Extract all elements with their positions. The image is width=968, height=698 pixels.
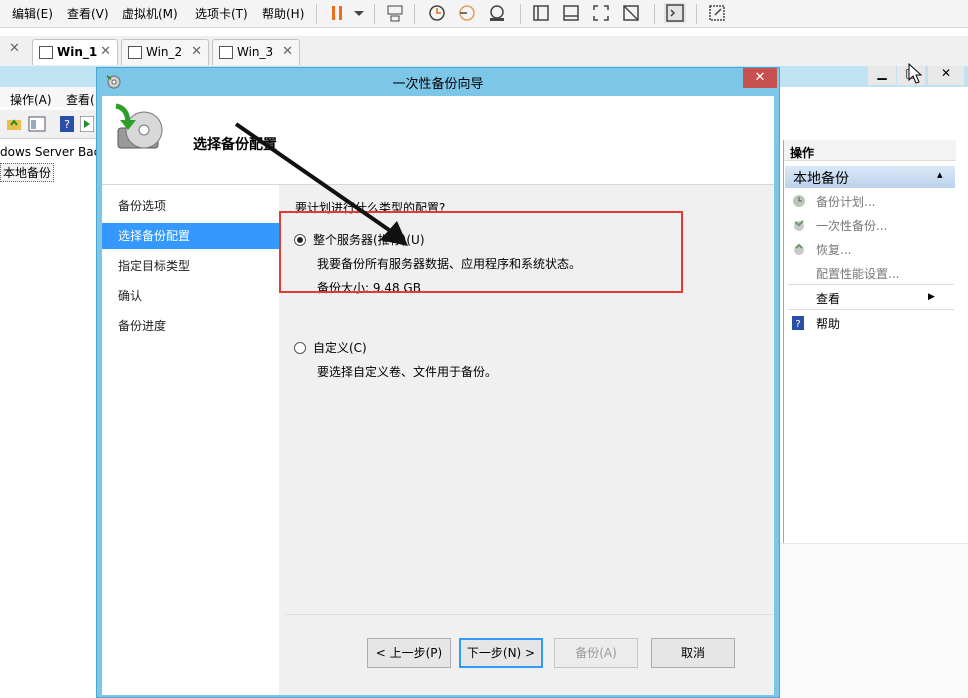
wizard-title: 一次性备份向导 bbox=[392, 77, 484, 92]
actions-group-label: 本地备份 bbox=[793, 171, 849, 187]
footer-divider bbox=[285, 614, 774, 615]
submenu-arrow-icon: ▶ bbox=[928, 292, 935, 302]
tree-item-local-backup[interactable]: 本地备份 bbox=[0, 163, 55, 182]
actions-list: 备份计划... 一次性备份... 恢复... 配置性能设置... 查看 ▶ ? … bbox=[784, 192, 956, 388]
vm-icon bbox=[39, 46, 53, 59]
vmware-menubar: 编辑(E) 查看(V) 虚拟机(M) 选项卡(T) 帮助(H) bbox=[0, 0, 968, 28]
close-icon[interactable]: ✕ bbox=[191, 44, 202, 59]
toolbar-separator bbox=[374, 4, 375, 24]
guest-menubar: 操作(A) 查看( bbox=[0, 87, 96, 107]
send-keys-icon[interactable] bbox=[384, 3, 406, 23]
actions-header-label: 操作 bbox=[790, 146, 815, 160]
folder-up-icon[interactable] bbox=[6, 116, 22, 132]
nav-step-target-type[interactable]: 指定目标类型 bbox=[102, 253, 279, 279]
nav-step-backup-options[interactable]: 备份选项 bbox=[102, 193, 279, 219]
close-icon[interactable]: ✕ bbox=[100, 44, 111, 59]
toolbar-separator bbox=[696, 4, 697, 24]
mouse-cursor-icon bbox=[908, 63, 923, 84]
backup-once-icon bbox=[794, 220, 804, 231]
tab-label: Win_2 bbox=[146, 45, 183, 59]
snapshot-manager-icon[interactable] bbox=[486, 3, 508, 23]
toolbar-separator bbox=[316, 4, 317, 24]
toolbar-separator bbox=[654, 4, 655, 24]
pause-icon[interactable] bbox=[326, 3, 348, 23]
backup-disc-icon bbox=[115, 103, 163, 149]
radio-custom[interactable] bbox=[294, 342, 306, 354]
option-custom-label[interactable]: 自定义(C) bbox=[313, 339, 367, 356]
menu-view[interactable]: 查看(V) bbox=[67, 5, 109, 22]
toolbar-separator bbox=[520, 4, 521, 24]
tab-win3[interactable]: Win_3 ✕ bbox=[212, 39, 300, 65]
actions-divider bbox=[788, 309, 954, 310]
minimize-icon[interactable]: ▁ bbox=[868, 66, 896, 85]
annotation-highlight-box bbox=[279, 211, 683, 293]
recover-icon bbox=[794, 243, 804, 255]
stretch-icon[interactable] bbox=[706, 3, 728, 23]
vm-tab-bar: ✕ Win_1 ✕ Win_2 ✕ Win_3 ✕ bbox=[0, 36, 968, 67]
action-view[interactable]: 查看 bbox=[816, 290, 840, 307]
actions-pane-header: 操作 bbox=[784, 140, 956, 161]
snapshot-icon[interactable] bbox=[426, 3, 448, 23]
chevron-down-icon[interactable] bbox=[348, 3, 370, 23]
actions-divider bbox=[788, 284, 954, 285]
wizard-header: 选择备份配置 bbox=[102, 96, 774, 185]
guest-toolbar: ? bbox=[0, 110, 96, 139]
help-icon[interactable]: ? bbox=[60, 116, 74, 132]
revert-snapshot-icon[interactable] bbox=[456, 3, 478, 23]
close-icon[interactable]: ✕ bbox=[928, 66, 964, 85]
next-button[interactable]: 下一步(N) > bbox=[459, 638, 543, 668]
prev-button[interactable]: < 上一步(P) bbox=[367, 638, 451, 668]
console-tree-icon[interactable] bbox=[28, 116, 46, 132]
close-icon[interactable]: ✕ bbox=[743, 68, 777, 88]
page-title: 选择备份配置 bbox=[193, 137, 277, 153]
close-icon[interactable]: ✕ bbox=[9, 41, 20, 56]
tab-win2[interactable]: Win_2 ✕ bbox=[121, 39, 209, 65]
svg-text:?: ? bbox=[64, 118, 70, 131]
console-view-icon[interactable] bbox=[560, 3, 582, 23]
action-pane-icon[interactable] bbox=[80, 116, 94, 132]
nav-step-confirm[interactable]: 确认 bbox=[102, 283, 279, 309]
action-help[interactable]: 帮助 bbox=[816, 315, 840, 332]
terminal-icon[interactable] bbox=[664, 3, 686, 23]
action-configure-performance[interactable]: 配置性能设置... bbox=[816, 265, 899, 282]
backup-schedule-icon bbox=[793, 195, 805, 207]
nav-step-progress[interactable]: 备份进度 bbox=[102, 313, 279, 339]
tree-root-item[interactable]: dows Server Back bbox=[0, 145, 107, 159]
tab-label: Win_3 bbox=[237, 45, 274, 59]
vm-icon bbox=[219, 46, 233, 59]
help-icon: ? bbox=[792, 316, 804, 330]
toolbar-separator bbox=[414, 4, 415, 24]
backup-button[interactable]: 备份(A) bbox=[554, 638, 638, 668]
menu-tabs[interactable]: 选项卡(T) bbox=[195, 5, 248, 22]
action-backup-schedule[interactable]: 备份计划... bbox=[816, 193, 875, 210]
option-custom-desc: 要选择自定义卷、文件用于备份。 bbox=[317, 365, 498, 379]
tab-label: Win_1 bbox=[57, 45, 98, 59]
sidebar-view-icon[interactable] bbox=[530, 3, 552, 23]
wizard-step-nav: 备份选项 选择备份配置 指定目标类型 确认 备份进度 bbox=[102, 185, 279, 695]
guest-menu-action[interactable]: 操作(A) bbox=[10, 91, 52, 108]
tab-win1[interactable]: Win_1 ✕ bbox=[32, 39, 118, 65]
menu-edit[interactable]: 编辑(E) bbox=[12, 5, 53, 22]
wizard-client-area: 选择备份配置 备份选项 选择备份配置 指定目标类型 确认 备份进度 要计划进行什… bbox=[102, 96, 774, 695]
menu-help[interactable]: 帮助(H) bbox=[262, 5, 304, 22]
action-backup-once[interactable]: 一次性备份... bbox=[816, 217, 887, 234]
menu-vm[interactable]: 虚拟机(M) bbox=[122, 5, 178, 22]
cancel-button[interactable]: 取消 bbox=[651, 638, 735, 668]
fullscreen-icon[interactable] bbox=[590, 3, 612, 23]
action-recover[interactable]: 恢复... bbox=[816, 241, 851, 258]
chevron-up-icon[interactable]: ▴ bbox=[937, 168, 943, 181]
wizard-titlebar[interactable]: 一次性备份向导 ✕ bbox=[97, 68, 779, 94]
guest-menu-view[interactable]: 查看( bbox=[66, 91, 95, 108]
close-icon[interactable]: ✕ bbox=[282, 44, 293, 59]
actions-group-local-backup[interactable]: 本地备份 ▴ bbox=[785, 166, 955, 188]
svg-text:?: ? bbox=[795, 319, 800, 330]
nav-step-select-config[interactable]: 选择备份配置 bbox=[102, 223, 279, 249]
vm-icon bbox=[128, 46, 142, 59]
unity-icon[interactable] bbox=[620, 3, 642, 23]
backup-wizard-dialog: 一次性备份向导 ✕ 选择备份配置 备份选项 选择备份配置 指定目标类型 确认 备… bbox=[96, 67, 780, 698]
